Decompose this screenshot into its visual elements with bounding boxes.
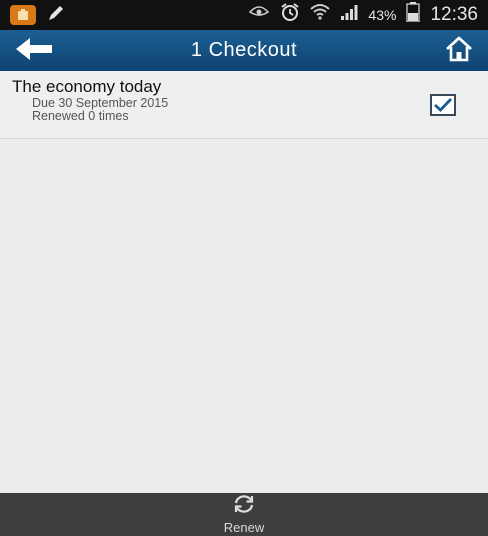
pencil-icon	[46, 3, 66, 28]
clock-time: 12:36	[430, 4, 478, 25]
item-renewed-count: Renewed 0 times	[32, 109, 129, 123]
renew-button[interactable]: Renew	[0, 493, 488, 536]
signal-icon	[340, 4, 358, 26]
home-button[interactable]	[442, 35, 476, 67]
back-button[interactable]	[14, 36, 64, 66]
status-bar: 43% 12:36	[0, 0, 488, 30]
renew-label: Renew	[223, 520, 265, 535]
renew-checkbox[interactable]	[430, 94, 456, 116]
item-title: The economy today	[12, 77, 162, 96]
alarm-icon	[280, 2, 300, 28]
checkout-item[interactable]: The economy today Due 30 September 2015 …	[0, 71, 488, 139]
back-arrow-icon	[14, 37, 54, 66]
notification-icon	[10, 5, 36, 25]
refresh-icon	[232, 494, 256, 519]
app-bar: 1 Checkout	[0, 30, 488, 71]
battery-icon	[406, 2, 421, 28]
page-title: 1 Checkout	[190, 39, 298, 61]
battery-percent: 43%	[368, 7, 397, 23]
eye-icon	[248, 4, 270, 26]
checkmark-icon	[434, 98, 453, 112]
wifi-icon	[310, 3, 331, 27]
home-icon	[444, 35, 474, 68]
